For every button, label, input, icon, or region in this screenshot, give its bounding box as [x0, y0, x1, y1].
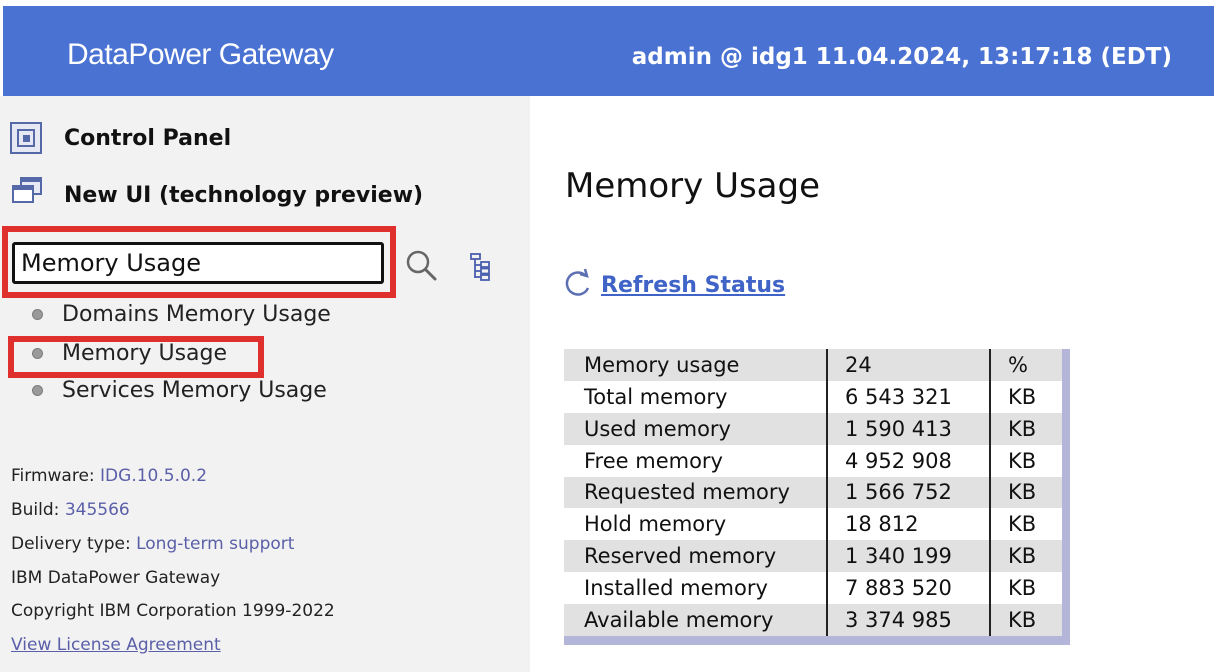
delivery-value: Long-term support — [136, 534, 295, 554]
metric-unit-cell: % — [989, 349, 1062, 381]
tree-view-icon[interactable] — [468, 252, 494, 282]
metric-unit-cell: KB — [989, 508, 1062, 541]
page-title: Memory Usage — [565, 166, 821, 206]
control-panel-icon — [10, 122, 42, 154]
result-memory-usage[interactable]: Memory Usage — [32, 341, 227, 366]
firmware-label: Firmware: — [11, 466, 95, 486]
result-label: Services Memory Usage — [62, 378, 327, 403]
build-value: 345566 — [64, 500, 130, 520]
metric-unit-cell: KB — [989, 380, 1062, 413]
new-ui-link[interactable]: New UI (technology preview) — [10, 176, 423, 214]
metric-name-cell: Installed memory — [584, 576, 768, 601]
metric-unit-cell: KB — [989, 572, 1062, 604]
table-row: Hold memory 18 812 KB — [564, 508, 1062, 541]
result-label: Memory Usage — [62, 341, 228, 366]
build-label: Build: — [11, 500, 60, 520]
firmware-info: Firmware: IDG.10.5.0.2 — [11, 466, 207, 486]
table-row: Available memory 3 374 985 KB — [564, 604, 1062, 636]
build-info: Build: 345566 — [11, 500, 130, 520]
brand-title: DataPower Gateway — [67, 38, 334, 71]
metric-name-cell: Available memory — [564, 604, 827, 636]
windows-icon — [10, 176, 44, 214]
metric-value-cell: 4 952 908 — [826, 444, 990, 477]
result-domains-memory-usage[interactable]: Domains Memory Usage — [32, 302, 331, 327]
table-row: Installed memory 7 883 520 KB — [564, 572, 1062, 604]
metric-name-cell: Free memory — [584, 448, 723, 473]
table-row: Requested memory 1 566 752 KB — [564, 476, 1062, 509]
navigation-search-input[interactable] — [12, 242, 384, 284]
metric-value-cell: 24 — [826, 349, 990, 381]
metric-value-cell: 18 812 — [826, 508, 990, 541]
metric-value-cell: 1 590 413 — [826, 412, 990, 445]
metric-unit-cell: KB — [989, 444, 1062, 477]
table-row: Free memory 4 952 908 KB — [564, 444, 1062, 477]
result-label: Domains Memory Usage — [62, 302, 331, 327]
metric-name-cell: Hold memory — [584, 512, 727, 537]
metric-unit-cell: KB — [989, 412, 1062, 445]
result-services-memory-usage[interactable]: Services Memory Usage — [32, 378, 327, 403]
metric-name-cell: Reserved memory — [564, 540, 827, 573]
product-name: IBM DataPower Gateway — [11, 568, 221, 588]
table-row: Total memory 6 543 321 KB — [564, 380, 1062, 413]
memory-table: Memory usage 24% Total memory 6 543 321 KB Us… — [564, 349, 1070, 645]
bullet-icon — [32, 385, 43, 396]
license-agreement-link[interactable]: View License Agreement — [11, 635, 221, 655]
metric-name-cell: Total memory — [584, 384, 728, 409]
metric-value-cell: 6 543 321 — [826, 380, 990, 413]
copyright-text: Copyright IBM Corporation 1999-2022 — [11, 601, 335, 621]
delivery-info: Delivery type: Long-term support — [11, 534, 294, 554]
sidebar: Control Panel New UI (technology preview… — [0, 96, 530, 672]
refresh-status-label: Refresh Status — [601, 272, 786, 298]
new-ui-label: New UI (technology preview) — [64, 182, 424, 208]
metric-name-cell: Requested memory — [564, 476, 827, 509]
metric-value-cell: 7 883 520 — [826, 572, 990, 604]
session-info: admin @ idg1 11.04.2024, 13:17:18 (EDT) — [631, 44, 1172, 70]
metric-value-cell: 1 566 752 — [826, 476, 990, 509]
bullet-icon — [32, 309, 43, 320]
delivery-label: Delivery type: — [11, 534, 131, 554]
bullet-icon — [32, 348, 43, 359]
firmware-value: IDG.10.5.0.2 — [100, 466, 208, 486]
control-panel-link[interactable]: Control Panel — [10, 122, 231, 154]
table-row: Memory usage 24% — [564, 349, 1062, 381]
metric-unit-cell: KB — [989, 604, 1062, 636]
metric-unit-cell: KB — [989, 540, 1062, 573]
refresh-status-link[interactable]: Refresh Status — [565, 268, 785, 302]
metric-name-cell: Memory usage — [564, 349, 827, 381]
search-highlight — [2, 226, 396, 298]
refresh-icon — [565, 268, 593, 302]
metric-unit-cell: KB — [989, 476, 1062, 509]
top-banner: DataPower Gateway admin @ idg1 11.04.202… — [3, 6, 1214, 96]
table-row: Reserved memory 1 340 199 KB — [564, 540, 1062, 573]
metric-value-cell: 1 340 199 — [826, 540, 990, 573]
table-row: Used memory 1 590 413 KB — [564, 412, 1062, 445]
control-panel-label: Control Panel — [64, 125, 232, 151]
search-icon[interactable] — [404, 248, 440, 284]
metric-value-cell: 3 374 985 — [826, 604, 990, 636]
metric-name-cell: Used memory — [564, 412, 827, 445]
